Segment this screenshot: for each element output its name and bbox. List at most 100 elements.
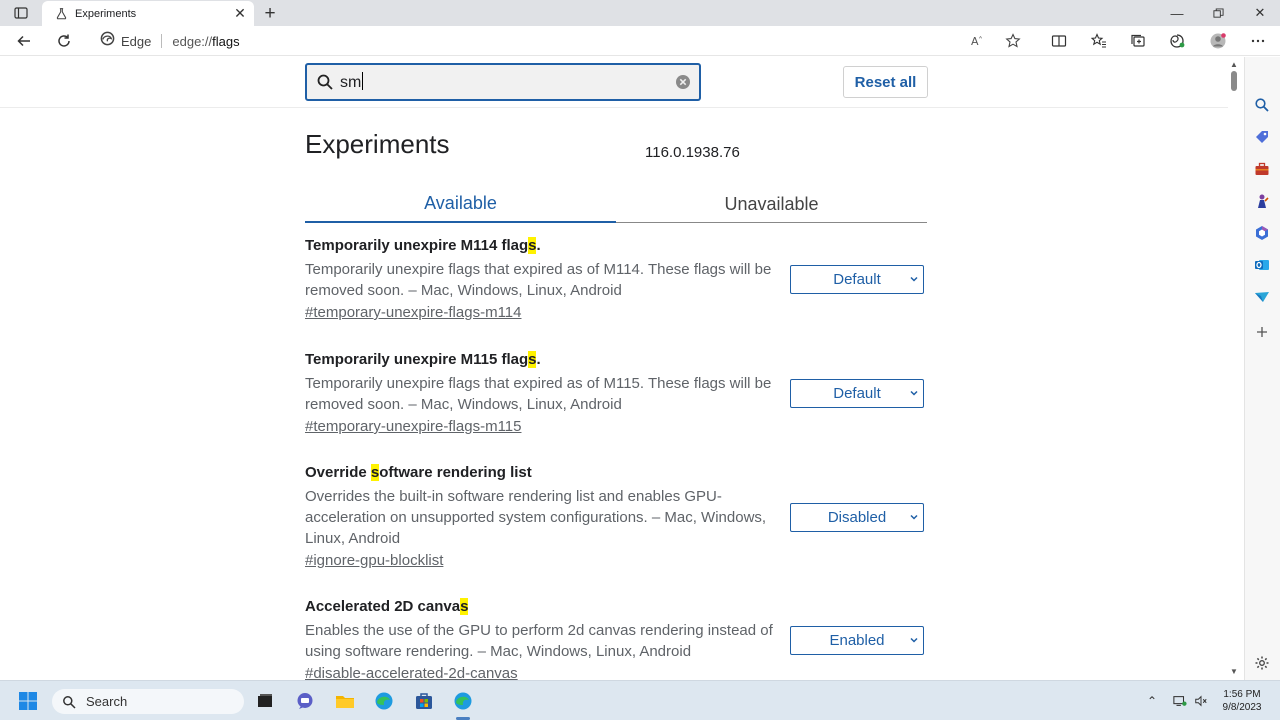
file-explorer-icon[interactable] [335, 691, 355, 711]
collections-icon[interactable] [1126, 30, 1150, 52]
microsoft-365-icon[interactable] [1253, 224, 1271, 242]
flag-item: Accelerated 2D canvas Enables the use of… [305, 596, 927, 680]
edge-active-taskbar-icon[interactable] [453, 691, 473, 711]
flag-item: Override software rendering list Overrid… [305, 462, 927, 572]
close-window-button[interactable]: ✕ [1245, 3, 1275, 23]
flag-title: Temporarily unexpire M115 flags. [305, 351, 541, 368]
header-divider [0, 107, 1228, 108]
flag-state-select[interactable]: Default [790, 379, 924, 408]
address-url: edge://flags [172, 34, 239, 49]
flag-link[interactable]: #temporary-unexpire-flags-m115 [305, 416, 927, 438]
flag-description: Temporarily unexpire flags that expired … [305, 375, 772, 413]
close-tab-icon[interactable]: ✕ [231, 5, 249, 23]
flag-title: Accelerated 2D canvas [305, 598, 469, 615]
profile-avatar[interactable] [1206, 30, 1230, 52]
restore-button[interactable] [1203, 3, 1233, 23]
teams-chat-icon[interactable] [295, 691, 315, 711]
flag-description: Enables the use of the GPU to perform 2d… [305, 622, 773, 660]
chevron-down-icon [910, 637, 918, 643]
flag-state-select[interactable]: Disabled [790, 503, 924, 532]
scroll-down-arrow-icon[interactable]: ▼ [1230, 667, 1238, 676]
url-path: flags [212, 33, 240, 49]
task-view-icon[interactable] [255, 691, 275, 711]
edge-taskbar-icon[interactable] [374, 691, 394, 711]
address-separator [161, 34, 163, 48]
more-options-icon[interactable] [1246, 30, 1270, 52]
tab-experiments[interactable]: Experiments ✕ [42, 1, 254, 26]
taskbar-clock[interactable]: 1:56 PM 9/8/2023 [1212, 688, 1272, 714]
tools-briefcase-icon[interactable] [1253, 160, 1271, 178]
search-icon [63, 695, 76, 709]
scrollbar-thumb[interactable] [1231, 71, 1237, 91]
edge-logo-icon [100, 31, 115, 51]
favorites-icon[interactable] [1087, 30, 1111, 52]
volume-muted-icon[interactable] [1193, 693, 1209, 709]
drop-icon[interactable] [1253, 288, 1271, 306]
flag-link[interactable]: #temporary-unexpire-flags-m114 [305, 302, 927, 324]
search-icon [317, 74, 333, 90]
svg-text:ᴬ: ᴬ [979, 35, 982, 43]
svg-text:A: A [971, 35, 979, 48]
reset-all-button[interactable]: Reset all [843, 66, 928, 98]
flag-state-value: Default [833, 385, 881, 402]
flag-title: Override software rendering list [305, 464, 532, 481]
flag-state-value: Disabled [827, 509, 887, 526]
scroll-up-arrow-icon[interactable]: ▲ [1230, 60, 1238, 69]
chevron-down-icon [910, 514, 918, 520]
flag-state-value: Default [833, 271, 881, 288]
chevron-down-icon [910, 276, 918, 282]
refresh-button[interactable] [52, 30, 76, 52]
flags-page: sm Reset all Experiments 116.0.1938.76 A… [0, 57, 1244, 680]
address-bar[interactable]: Edge edge://flags [100, 30, 1030, 52]
version-label: 116.0.1938.76 [645, 144, 740, 161]
chevron-down-icon [910, 390, 918, 396]
taskbar-search-label: Search [86, 694, 128, 709]
windows-start-icon[interactable] [18, 691, 38, 711]
shopping-tag-icon[interactable] [1253, 128, 1271, 146]
back-button[interactable] [12, 30, 36, 52]
tab-available[interactable]: Available [305, 185, 616, 223]
address-prefix: Edge [121, 33, 152, 49]
flag-item: Temporarily unexpire M114 flags. Tempora… [305, 235, 927, 324]
flag-title: Temporarily unexpire M114 flags. [305, 237, 541, 254]
flag-state-select[interactable]: Default [790, 265, 924, 294]
windows-taskbar: Search ⌃ 1:56 PM 9/8/2023 [0, 680, 1280, 720]
minimize-button[interactable]: — [1162, 3, 1192, 23]
favorite-star-icon[interactable] [1001, 30, 1025, 52]
flag-state-select[interactable]: Enabled [790, 626, 924, 655]
browser-toolbar: Edge edge://flags Aᴬ [0, 26, 1280, 56]
add-sidebar-app-icon[interactable] [1253, 323, 1271, 341]
tab-strip: Experiments ✕ + — ✕ [0, 0, 1280, 26]
flag-state-value: Enabled [829, 632, 885, 649]
network-icon[interactable] [1172, 693, 1188, 709]
flag-link[interactable]: #ignore-gpu-blocklist [305, 550, 927, 572]
flags-tabs: Available Unavailable [305, 185, 927, 223]
split-screen-icon[interactable] [1047, 30, 1071, 52]
page-scrollbar[interactable]: ▲ ▼ [1228, 57, 1240, 680]
outlook-icon[interactable] [1253, 256, 1271, 274]
flags-search-input[interactable]: sm [305, 63, 701, 101]
show-hidden-icons-chevron-icon[interactable]: ⌃ [1144, 693, 1160, 709]
flag-item: Temporarily unexpire M115 flags. Tempora… [305, 349, 927, 438]
games-icon[interactable] [1253, 192, 1271, 210]
page-title: Experiments [305, 129, 450, 159]
taskbar-search[interactable]: Search [52, 689, 244, 714]
sidebar-settings-gear-icon[interactable] [1253, 654, 1271, 672]
tab-unavailable[interactable]: Unavailable [616, 185, 927, 223]
microsoft-store-icon[interactable] [414, 691, 434, 711]
flag-link[interactable]: #disable-accelerated-2d-canvas [305, 663, 927, 680]
clear-search-icon[interactable] [675, 74, 691, 90]
flask-icon [53, 6, 69, 22]
browser-essentials-icon[interactable] [1165, 30, 1189, 52]
search-value: sm [340, 72, 364, 91]
tab-title: Experiments [75, 7, 137, 20]
tab-actions-icon[interactable] [8, 4, 34, 22]
clock-date: 9/8/2023 [1222, 702, 1262, 713]
edge-sidebar [1244, 57, 1280, 680]
new-tab-button[interactable]: + [260, 3, 280, 23]
clock-time: 1:56 PM [1223, 689, 1261, 700]
read-aloud-icon[interactable]: Aᴬ [966, 30, 990, 52]
search-icon[interactable] [1253, 96, 1271, 114]
url-scheme: edge:// [172, 33, 213, 49]
flag-description: Overrides the built-in software renderin… [305, 488, 767, 547]
